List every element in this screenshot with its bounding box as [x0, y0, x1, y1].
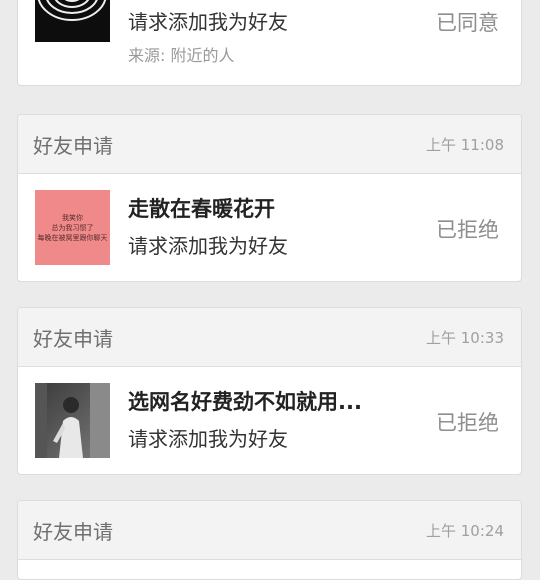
requester-name: 选网名好费劲不如就用... [128, 390, 362, 414]
request-status: 已拒绝 [436, 218, 499, 242]
requester-name: 走散在春暖花开 [128, 197, 275, 221]
spiral-avatar-icon [35, 0, 110, 42]
card-header-time: 上午 11:08 [426, 135, 504, 154]
card-body[interactable]: 我笑你 总为我习惯了 每晚在被窝里跟你聊天 走散在春暖花开 请求添加我为好友 已… [18, 174, 521, 281]
card-header: 好友申请 上午 10:33 [18, 308, 521, 367]
friend-request-card[interactable]: 请求添加我为好友 来源: 附近的人 已同意 [17, 0, 522, 86]
request-status: 已拒绝 [436, 411, 499, 435]
photo-avatar-icon [35, 383, 110, 458]
avatar-text-line: 我笑你 [62, 213, 83, 222]
card-header: 好友申请 上午 10:24 [18, 501, 521, 560]
avatar-text-line: 总为我习惯了 [51, 223, 94, 232]
avatar[interactable]: 我笑你 总为我习惯了 每晚在被窝里跟你聊天 [35, 190, 110, 265]
friend-request-card[interactable]: 好友申请 上午 11:08 我笑你 总为我习惯了 每晚在被窝里跟你聊天 走散在春… [17, 114, 522, 282]
avatar[interactable] [35, 383, 110, 458]
card-header-time: 上午 10:33 [426, 328, 504, 347]
card-header: 好友申请 上午 11:08 [18, 115, 521, 174]
request-message: 请求添加我为好友 [128, 234, 288, 258]
card-body[interactable]: 选网名好费劲不如就用... 请求添加我为好友 已拒绝 [18, 367, 521, 474]
avatar[interactable] [35, 0, 110, 42]
request-source: 来源: 附近的人 [128, 46, 235, 65]
friend-request-card[interactable]: 好友申请 上午 10:33 选网名好费劲不如就用... 请求添加我为好友 已拒绝 [17, 307, 522, 475]
friend-request-card[interactable]: 好友申请 上午 10:24 [17, 500, 522, 580]
card-header-title: 好友申请 [33, 326, 113, 351]
avatar-text-line: 每晚在被窝里跟你聊天 [37, 233, 108, 242]
request-status: 已同意 [436, 11, 499, 35]
card-header-title: 好友申请 [33, 133, 113, 158]
card-header-title: 好友申请 [33, 519, 113, 544]
card-header-time: 上午 10:24 [426, 521, 504, 540]
request-message: 请求添加我为好友 [128, 427, 288, 451]
request-message: 请求添加我为好友 [128, 10, 288, 34]
